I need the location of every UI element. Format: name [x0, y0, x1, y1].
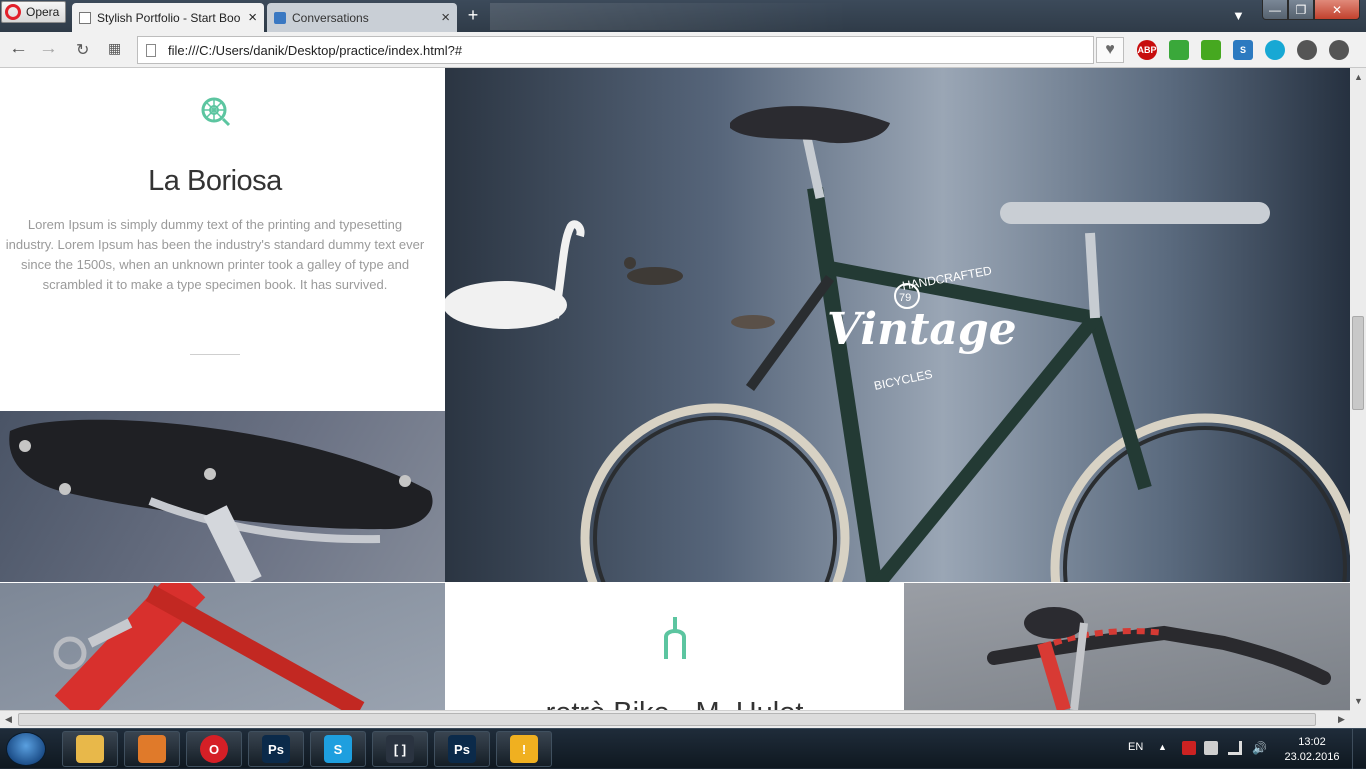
reload-icon[interactable]: ↻	[76, 40, 89, 60]
horizontal-scroll-thumb[interactable]	[18, 713, 1316, 726]
network-icon[interactable]	[1228, 741, 1242, 755]
tab-title: Stylish Portfolio - Start Boo	[97, 10, 241, 25]
service-title: retrò Bike - M. Hulot	[445, 697, 904, 710]
profile-icon[interactable]	[1329, 40, 1349, 60]
brackets-icon: [ ]	[386, 735, 414, 763]
scroll-down-icon[interactable]: ▼	[1354, 696, 1363, 706]
photoshop-icon: Ps	[262, 735, 290, 763]
scroll-up-icon[interactable]: ▲	[1354, 72, 1363, 82]
handlebar-image	[904, 583, 1350, 710]
tab-strip: Opera Stylish Portfolio - Start Boo × Co…	[0, 0, 1366, 32]
heart-icon[interactable]: ♥	[1096, 37, 1124, 63]
maximize-button[interactable]: ❐	[1288, 0, 1314, 20]
red-frame-illustration	[53, 568, 365, 710]
flag-icon[interactable]	[1182, 741, 1196, 755]
explorer-icon	[76, 735, 104, 763]
media-player-icon	[138, 735, 166, 763]
tab-menu-icon[interactable]: ▼	[1232, 8, 1245, 23]
taskbar-explorer-button[interactable]	[62, 731, 118, 767]
forward-arrow-icon[interactable]: 🠂	[42, 40, 55, 67]
badge-number-text: 79	[899, 292, 911, 304]
scroll-left-icon[interactable]: ◀	[5, 714, 12, 725]
address-bar[interactable]: file:///C:/Users/danik/Desktop/practice/…	[137, 36, 1094, 64]
taskbar-skype-button[interactable]: S	[310, 731, 366, 767]
tab-conversations[interactable]: Conversations ×	[267, 3, 457, 32]
about-title: La Boriosa	[148, 165, 282, 197]
close-icon[interactable]: ×	[441, 9, 450, 26]
vertical-scroll-thumb[interactable]	[1352, 316, 1364, 410]
chat-icon	[274, 11, 286, 24]
page-icon	[146, 43, 156, 57]
opera-menu-button[interactable]: Opera	[1, 1, 66, 23]
taskbar-photoshop-button[interactable]: Ps	[248, 731, 304, 767]
tab-strip-fade	[490, 3, 850, 30]
new-tab-button[interactable]: +	[464, 5, 482, 26]
page-viewport: La Boriosa Lorem Ipsum is simply dummy t…	[0, 68, 1350, 710]
taskbar-opera-button[interactable]: O	[186, 731, 242, 767]
clock-date: 23.02.2016	[1284, 751, 1340, 763]
taskbar-warning-button[interactable]: !	[496, 731, 552, 767]
bicycle-illustration: HANDCRAFTED 79 Vintage BICYCLES	[445, 68, 1350, 582]
download-arrow-icon[interactable]	[1201, 40, 1221, 60]
red-frame-image	[0, 568, 445, 710]
page-icon	[79, 11, 91, 24]
saddle-closeup-image	[0, 411, 445, 588]
speed-dial-icon[interactable]: ▦	[108, 40, 121, 57]
bike-wheel-icon	[201, 97, 231, 127]
opera-menu-label: Opera	[26, 5, 60, 19]
about-panel: La Boriosa Lorem Ipsum is simply dummy t…	[0, 68, 445, 411]
about-text: Lorem Ipsum is simply dummy text of the …	[5, 217, 425, 292]
service-panel: retrò Bike - M. Hulot	[445, 583, 904, 710]
horizontal-scrollbar[interactable]: ◀ ▶	[0, 710, 1350, 728]
opera-icon: O	[200, 735, 228, 763]
system-clock[interactable]: 13:02 23.02.2016	[1282, 735, 1342, 765]
close-window-button[interactable]: ✕	[1314, 0, 1360, 20]
language-indicator[interactable]: EN	[1128, 741, 1143, 753]
saddle-illustration	[9, 419, 433, 588]
start-button[interactable]	[6, 732, 46, 766]
close-icon[interactable]: ×	[248, 9, 257, 26]
hero-bicycle-image: HANDCRAFTED 79 Vintage BICYCLES	[445, 68, 1350, 582]
handlebar-illustration	[987, 607, 1331, 710]
download-manager-icon[interactable]	[1297, 40, 1317, 60]
tab-title: Conversations	[292, 10, 369, 25]
taskbar-brackets-button[interactable]: [ ]	[372, 731, 428, 767]
taskbar-media-player-button[interactable]	[124, 731, 180, 767]
download-green-icon[interactable]	[1169, 40, 1189, 60]
opera-logo-icon	[5, 4, 21, 20]
clock-time: 13:02	[1298, 736, 1326, 748]
address-input[interactable]: file:///C:/Users/danik/Desktop/practice/…	[168, 43, 462, 58]
volume-icon[interactable]: 🔊	[1252, 741, 1267, 755]
badge-word-text: Vintage	[827, 304, 1017, 355]
battery-icon[interactable]	[1204, 741, 1218, 755]
taskbar-photoshop-2-button[interactable]: Ps	[434, 731, 490, 767]
show-hidden-icons-icon[interactable]: ▲	[1158, 742, 1167, 752]
browser-window: Opera Stylish Portfolio - Start Boo × Co…	[0, 0, 1366, 728]
tab-stylish-portfolio[interactable]: Stylish Portfolio - Start Boo ×	[72, 3, 264, 32]
browser-toolbar: 🠀 🠂 ↻ ▦ file:///C:/Users/danik/Desktop/p…	[0, 32, 1366, 68]
warning-icon: !	[510, 735, 538, 763]
scrollbar-corner	[1350, 710, 1366, 728]
bike-fork-icon	[664, 617, 686, 659]
minimize-button[interactable]: —	[1262, 0, 1288, 20]
vertical-scrollbar[interactable]: ▲ ▼	[1350, 68, 1366, 710]
back-arrow-icon[interactable]: 🠀	[12, 40, 25, 67]
circle-cyan-icon[interactable]	[1265, 40, 1285, 60]
scroll-right-icon[interactable]: ▶	[1338, 714, 1345, 725]
skype-icon: S	[324, 735, 352, 763]
photoshop-2-icon: Ps	[448, 735, 476, 763]
show-desktop-button[interactable]	[1352, 729, 1366, 769]
windows-taskbar: O Ps S [ ] Ps! EN ▲ 🔊 13:02 23.02.2016	[0, 728, 1366, 769]
section-divider	[190, 354, 240, 355]
s-blue-icon[interactable]: S	[1233, 40, 1253, 60]
adblock-plus-icon[interactable]: ABP	[1137, 40, 1157, 60]
